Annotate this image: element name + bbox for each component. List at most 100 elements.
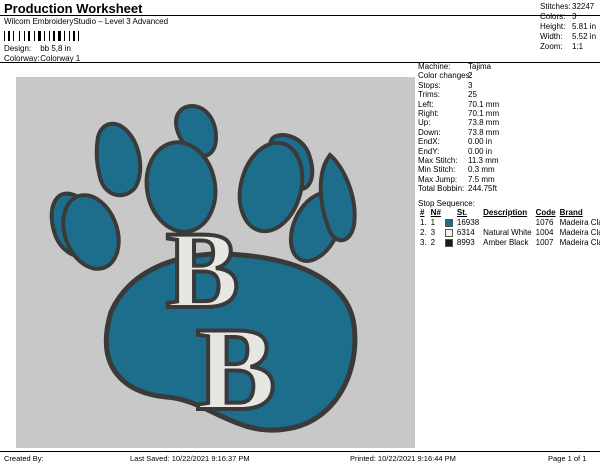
info-label: Left: bbox=[418, 99, 434, 109]
stop-sequence-table: # N# St. Description Code Brand 1. 1 16938… bbox=[418, 208, 600, 248]
color-swatch bbox=[444, 218, 453, 227]
height-label: Height: bbox=[540, 22, 566, 31]
footer-divider bbox=[0, 451, 600, 452]
created-by: Created By: bbox=[4, 454, 44, 463]
stop-description: Natural White bbox=[483, 228, 532, 237]
info-label: Up: bbox=[418, 118, 431, 128]
info-value: Tajima bbox=[468, 62, 492, 71]
stop-num: 2. bbox=[420, 228, 427, 237]
info-row: Color changes:2 bbox=[418, 71, 499, 80]
info-value: 0.3 mm bbox=[468, 165, 495, 175]
content-divider bbox=[0, 62, 600, 63]
info-value: 244.75ft bbox=[468, 184, 497, 194]
info-row: Right: 70.1 mm bbox=[418, 109, 499, 118]
info-label: Color changes: bbox=[418, 71, 472, 81]
color-swatch bbox=[444, 238, 453, 247]
stop-stitches: 6314 bbox=[456, 228, 475, 237]
last-saved: Last Saved: 10/22/2021 9:16:37 PM bbox=[130, 454, 250, 463]
info-value: 0.00 in bbox=[468, 146, 493, 156]
info-label: Max Stitch: bbox=[418, 156, 458, 166]
stop-brand: Madeira Classic 40 bbox=[559, 228, 600, 237]
info-value: 73.8 mm bbox=[468, 127, 500, 137]
color-swatch bbox=[444, 228, 453, 237]
info-row: EndY: 0.00 in bbox=[418, 147, 499, 156]
stop-n: 3 bbox=[430, 228, 436, 237]
stop-sequence-header: # N# St. Description Code Brand bbox=[418, 208, 600, 218]
stop-stitches: 16938 bbox=[456, 218, 480, 227]
info-value: 7.5 mm bbox=[468, 174, 495, 184]
info-value: 70.1 mm bbox=[468, 109, 500, 119]
stop-stitches: 8993 bbox=[456, 238, 475, 247]
info-row: Up: 73.8 mm bbox=[418, 118, 499, 127]
col-st: St. bbox=[456, 208, 468, 217]
width-label: Width: bbox=[540, 32, 563, 41]
info-row: EndX: 0.00 in bbox=[418, 137, 499, 146]
design-value: bb 5,8 in bbox=[40, 44, 71, 53]
stop-row: 1.1 16938 1076 Madeira Classic 40 bbox=[418, 218, 600, 228]
stop-code: 1076 bbox=[535, 218, 554, 227]
design-label: Design: bbox=[4, 44, 32, 53]
stop-row: 2.3 6314 Natural White1004 Madeira Classic … bbox=[418, 228, 600, 238]
info-value: 11.3 mm bbox=[468, 156, 499, 166]
info-value: 0.00 in bbox=[468, 137, 493, 147]
info-value: 73.8 mm bbox=[468, 118, 500, 128]
stitches-value: 32247 bbox=[572, 2, 595, 11]
stop-num: 3. bbox=[420, 238, 427, 247]
col-swatch bbox=[443, 208, 455, 218]
stop-row: 3.2 8993 Amber Black 1007 Madeira Classic 40 bbox=[418, 238, 600, 248]
stop-brand: Madeira Classic 40 bbox=[559, 238, 600, 247]
info-row: Min Stitch: 0.3 mm bbox=[418, 165, 499, 174]
col-description: Description bbox=[483, 208, 528, 217]
info-label: Max Jump: bbox=[418, 174, 458, 184]
info-label: Down: bbox=[418, 127, 441, 137]
info-value: 3 bbox=[468, 80, 473, 90]
info-label: Total Bobbin: bbox=[418, 184, 465, 194]
stop-num: 1. bbox=[420, 218, 427, 227]
machine-info: Machine: Tajima Color changes:2 Stops: 3 Trim… bbox=[418, 62, 499, 194]
printed-date: Printed: 10/22/2021 9:16:44 PM bbox=[350, 454, 456, 463]
info-label: Machine: bbox=[418, 62, 451, 71]
info-row: Max Jump: 7.5 mm bbox=[418, 175, 499, 184]
design-summary: Stitches:32247 Colors: 3 Height: 5.81 in W… bbox=[540, 2, 596, 52]
width-value: 5.52 in bbox=[572, 32, 597, 41]
colors-label: Colors: bbox=[540, 12, 566, 21]
stop-code: 1007 bbox=[535, 238, 554, 247]
col-n: N# bbox=[430, 208, 441, 217]
page-title: Production Worksheet bbox=[4, 1, 143, 16]
design-preview: B B bbox=[16, 77, 415, 448]
stop-description bbox=[481, 218, 533, 228]
info-label: Min Stitch: bbox=[418, 165, 456, 175]
zoom-label: Zoom: bbox=[540, 42, 563, 51]
stop-code: 1004 bbox=[535, 228, 554, 237]
info-label: Stops: bbox=[418, 80, 441, 90]
info-row: Total Bobbin: 244.75ft bbox=[418, 184, 499, 193]
info-row: Trims: 25 bbox=[418, 90, 499, 99]
stop-swatch bbox=[443, 218, 455, 228]
header-divider bbox=[0, 15, 600, 16]
info-row: Max Stitch: 11.3 mm bbox=[418, 156, 499, 165]
col-num: # bbox=[420, 208, 425, 217]
stop-description: Amber Black bbox=[483, 238, 529, 247]
zoom-value: 1:1 bbox=[572, 42, 584, 51]
stop-n: 2 bbox=[430, 238, 436, 247]
info-row: Left: 70.1 mm bbox=[418, 100, 499, 109]
info-label: Trims: bbox=[418, 90, 440, 100]
info-value: 25 bbox=[468, 90, 477, 100]
height-value: 5.81 in bbox=[572, 22, 597, 31]
info-value: 2 bbox=[468, 71, 473, 81]
barcode bbox=[4, 31, 79, 41]
info-label: EndX: bbox=[418, 137, 440, 147]
col-brand: Brand bbox=[559, 208, 583, 217]
stop-n: 1 bbox=[430, 218, 436, 227]
info-label: Right: bbox=[418, 109, 439, 119]
info-row: Stops: 3 bbox=[418, 81, 499, 90]
stop-swatch bbox=[443, 228, 455, 238]
stop-swatch bbox=[443, 238, 455, 248]
design-name-row: Design: bb 5,8 in bbox=[4, 44, 71, 53]
logo-letter-bottom: B bbox=[196, 302, 276, 435]
stitches-label: Stitches: bbox=[540, 2, 571, 11]
stop-brand: Madeira Classic 40 bbox=[559, 218, 600, 227]
toe-2 bbox=[94, 121, 143, 198]
info-value: 70.1 mm bbox=[468, 99, 500, 109]
col-code: Code bbox=[535, 208, 556, 217]
